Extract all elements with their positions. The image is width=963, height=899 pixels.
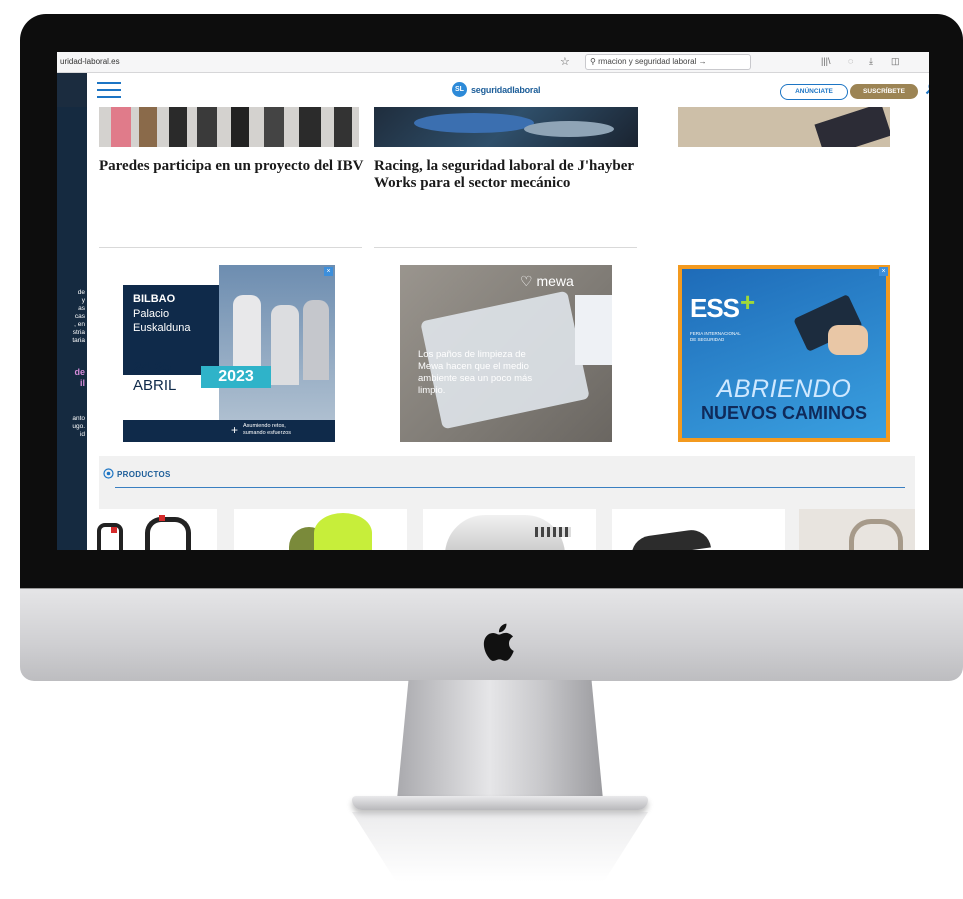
close-icon[interactable]: × [324,267,333,276]
products-divider [115,487,905,488]
logo-mark-icon: SL [452,82,467,97]
subscribe-button[interactable]: SUSCRÍBETE [850,84,918,99]
ad-year: 2023 [201,366,271,388]
ad-text: Los paños de limpieza de Mewa hacen que … [418,349,533,396]
search-icon[interactable] [925,81,929,95]
library-icon[interactable]: |||\ [821,56,831,66]
article-image[interactable] [374,107,638,147]
side-text: ugo. [72,423,85,430]
side-text: id [79,431,85,438]
apple-logo-icon [483,623,514,661]
ad-brand: mewa [536,273,574,289]
ad-days: 24-25 [133,359,172,376]
close-icon[interactable]: × [879,267,888,276]
product-card[interactable] [234,509,407,550]
side-text: , en [74,321,85,328]
side-text: de [74,367,85,377]
sidebar-icon[interactable]: ◫ [891,56,900,67]
ess-line1: ABRIENDO [716,375,852,403]
ess-sub: DE SEGURIDAD [690,337,725,342]
pocket-icon[interactable]: ◌ [848,56,853,66]
search-field[interactable]: ⚲ rmacion y seguridad laboral → [585,54,751,70]
ess-plus-icon: + [740,287,756,317]
menu-icon[interactable] [97,82,121,103]
ad-month: ABRIL [133,377,177,394]
monitor-base [352,796,648,810]
article-title[interactable]: Racing, la seguridad laboral de J'hayber… [374,158,634,192]
side-text: as [78,305,85,312]
product-card[interactable] [423,509,596,550]
screen: uridad-laboral.es ☆ ⚲ rmacion y segurida… [57,52,929,550]
side-text: anto [72,415,85,422]
products-title: PRODUCTOS [117,470,171,479]
divider [374,247,637,248]
browser-toolbar: uridad-laboral.es ☆ ⚲ rmacion y segurida… [57,52,929,73]
product-card[interactable] [612,509,785,550]
article-image[interactable] [99,107,359,147]
article-title[interactable]: Paredes participa en un proyecto del IBV [99,158,364,175]
side-text: y [81,297,85,304]
base-reflection [352,812,648,882]
announce-button[interactable]: ANÚNCIATE [780,84,848,100]
download-icon[interactable]: ⤓ [869,56,873,67]
ad-tagline: sumando esfuerzos [243,430,291,436]
ess-line2: NUEVOS CAMINOS [700,403,868,423]
ad-city: BILBAO [133,293,176,305]
ad-ess[interactable]: ESS + FERIA INTERNACIONAL DE SEGURIDAD A… [678,265,890,442]
left-sidebar-ad[interactable]: de y as cas , en stria taria de il anto … [57,107,87,550]
ad-venue: Palacio [133,308,170,320]
site-header: SL seguridadlaboral ANÚNCIATE SUSCRÍBETE [87,73,929,107]
ad-bilbao[interactable]: BILBAO Palacio Euskalduna 24-25 ABRIL 20… [123,265,335,442]
divider [99,247,362,248]
search-field-text: rmacion y seguridad laboral → [598,57,707,66]
ess-logo: ESS [690,293,740,323]
product-card[interactable] [87,509,217,550]
plus-icon: + [231,423,239,437]
monitor-stand [396,680,604,810]
side-text: de [77,289,85,296]
url-field[interactable]: uridad-laboral.es [60,57,120,66]
side-text: taria [72,337,85,344]
logo-text: seguridadlaboral [471,84,541,95]
article-image[interactable] [678,107,890,147]
ad-tagline: Asumiendo retos, [243,423,286,429]
side-text: cas [74,313,85,320]
products-section: PRODUCTOS [87,456,915,550]
product-card[interactable] [799,509,915,550]
bookmark-star-icon[interactable]: ☆ [560,55,570,68]
content-area: Paredes participa en un proyecto del IBV… [87,107,929,550]
target-icon [103,468,114,479]
mewa-emblem-icon: ♡ [520,273,533,289]
ad-mewa[interactable]: ♡ mewa Los paños de limpieza de Mewa hac… [400,265,612,442]
search-icon: ⚲ [590,57,599,66]
site-logo[interactable]: SL seguridadlaboral [452,82,541,97]
side-text: il [79,378,85,388]
side-text: stria [72,329,85,336]
ad-venue: Euskalduna [133,322,191,334]
mewa-logo: ♡ mewa [520,273,574,290]
